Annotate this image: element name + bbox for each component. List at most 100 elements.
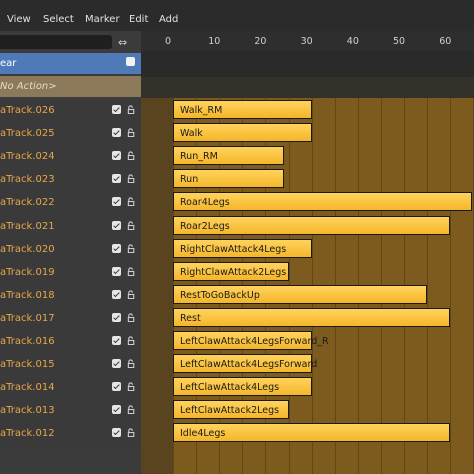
track-name: aTrack.018	[0, 289, 55, 301]
action-strip[interactable]: Run	[173, 169, 284, 189]
track-name: aTrack.019	[0, 266, 55, 278]
lock-icon[interactable]	[127, 151, 136, 161]
track-mute-checkbox[interactable]	[112, 174, 121, 184]
action-strip[interactable]: LeftClawAttack4LegsForward	[173, 354, 317, 374]
track-row[interactable]: aTrack.013	[0, 400, 141, 422]
swap-arrows-icon[interactable]: ⇔	[118, 36, 127, 49]
menu-select[interactable]: Select	[43, 14, 74, 25]
track-mute-checkbox[interactable]	[112, 105, 121, 114]
lock-icon[interactable]	[127, 105, 136, 114]
track-mute-checkbox[interactable]	[112, 243, 121, 253]
action-strip[interactable]: RightClawAttack4Legs	[173, 238, 312, 258]
track-row[interactable]: aTrack.026	[0, 100, 141, 121]
timeline-no-action-row	[141, 77, 474, 98]
lock-icon[interactable]	[127, 243, 136, 253]
frame-tick-label: 50	[393, 36, 406, 47]
object-enable-checkbox[interactable]	[126, 57, 135, 66]
menu-bar: View Select Marker Edit Add	[0, 0, 474, 32]
lock-icon[interactable]	[127, 313, 136, 322]
action-strip[interactable]: Roar2Legs	[173, 215, 451, 235]
action-strip-label: LeftClawAttack4LegsForward_R	[180, 336, 329, 347]
action-strip-label: Idle4Legs	[180, 428, 226, 440]
track-mute-checkbox[interactable]	[112, 197, 121, 207]
track-mute-checkbox[interactable]	[112, 151, 121, 161]
track-name: aTrack.013	[0, 405, 55, 417]
track-row[interactable]: aTrack.021	[0, 215, 141, 237]
track-row[interactable]: aTrack.015	[0, 354, 141, 376]
track-row[interactable]: aTrack.020	[0, 238, 141, 260]
track-mute-checkbox[interactable]	[112, 428, 121, 438]
action-strip-label: Rest	[180, 312, 201, 324]
menu-marker[interactable]: Marker	[85, 14, 120, 25]
timeline-object-row	[141, 51, 474, 77]
action-strip-label: RestToGoBackUp	[180, 289, 260, 301]
track-mute-checkbox[interactable]	[112, 220, 121, 230]
action-strip[interactable]: RestToGoBackUp	[173, 284, 428, 304]
track-mute-checkbox[interactable]	[112, 312, 121, 322]
track-mute-checkbox[interactable]	[112, 128, 121, 138]
action-strip[interactable]: Walk_RM	[173, 100, 312, 119]
lock-icon[interactable]	[127, 290, 136, 299]
track-mute-checkbox[interactable]	[112, 289, 121, 299]
lock-icon[interactable]	[127, 405, 136, 415]
lock-icon[interactable]	[127, 428, 136, 438]
frame-tick-label: 0	[165, 36, 172, 47]
menu-add[interactable]: Add	[159, 14, 178, 25]
lock-icon[interactable]	[127, 174, 136, 184]
track-name: aTrack.015	[0, 359, 55, 371]
object-channel-row[interactable]: ear	[0, 53, 141, 74]
lock-icon[interactable]	[127, 382, 136, 392]
action-strip[interactable]: Roar4Legs	[173, 192, 472, 212]
track-mute-checkbox[interactable]	[112, 382, 121, 392]
track-name: aTrack.025	[0, 128, 55, 140]
action-strip[interactable]: LeftClawAttack4LegsForward_R	[173, 331, 329, 350]
track-row[interactable]: aTrack.017	[0, 307, 141, 329]
track-row[interactable]: aTrack.024	[0, 146, 141, 168]
track-name: aTrack.026	[0, 105, 55, 116]
track-row[interactable]: aTrack.025	[0, 123, 141, 145]
track-name: aTrack.012	[0, 428, 55, 440]
track-row[interactable]: aTrack.019	[0, 261, 141, 283]
lock-icon[interactable]	[127, 220, 136, 230]
action-strip-label: LeftClawAttack2Legs	[180, 405, 280, 417]
track-mute-checkbox[interactable]	[112, 266, 121, 276]
lock-icon[interactable]	[127, 267, 136, 276]
menu-view[interactable]: View	[7, 14, 31, 25]
track-mute-checkbox[interactable]	[112, 336, 121, 345]
action-strip-label: RightClawAttack4Legs	[180, 243, 287, 255]
lock-icon[interactable]	[127, 197, 136, 207]
lock-icon[interactable]	[127, 336, 136, 345]
track-row[interactable]: aTrack.012	[0, 423, 141, 445]
action-strip[interactable]: LeftClawAttack2Legs	[173, 400, 289, 420]
frame-tick-label: 10	[208, 36, 221, 47]
channel-search-input[interactable]	[0, 35, 112, 49]
timeline-ruler[interactable]: 0 10 20 30 40 50 60	[141, 31, 474, 51]
action-strip[interactable]: RightClawAttack2Legs	[173, 261, 289, 281]
action-strip[interactable]: Walk	[173, 123, 312, 143]
action-strip-label: Run_RM	[180, 151, 218, 163]
lock-icon[interactable]	[127, 128, 136, 138]
menu-edit[interactable]: Edit	[129, 14, 148, 25]
track-name: aTrack.024	[0, 151, 55, 163]
nla-strip-area[interactable]: Walk_RM Walk Run_RM Run Roar4Legs Roar2Legs Ri…	[141, 98, 474, 474]
track-name: aTrack.023	[0, 174, 55, 186]
track-row[interactable]: aTrack.018	[0, 284, 141, 306]
track-row[interactable]: aTrack.023	[0, 169, 141, 191]
track-name: aTrack.016	[0, 336, 55, 347]
action-strip[interactable]: Run_RM	[173, 146, 284, 166]
track-row[interactable]: aTrack.022	[0, 192, 141, 214]
frame-gridline	[427, 98, 429, 474]
action-strip[interactable]: Idle4Legs	[173, 423, 451, 443]
lock-icon[interactable]	[127, 359, 136, 369]
track-row[interactable]: aTrack.014	[0, 377, 141, 399]
action-strip[interactable]: Rest	[173, 307, 451, 327]
action-strip[interactable]: LeftClawAttack4Legs	[173, 377, 312, 397]
frame-tick-label: 30	[300, 36, 313, 47]
action-strip-label: Roar4Legs	[180, 197, 230, 209]
track-mute-checkbox[interactable]	[112, 359, 121, 369]
frame-gridline	[450, 98, 452, 474]
track-row[interactable]: aTrack.016	[0, 331, 141, 352]
track-mute-checkbox[interactable]	[112, 405, 121, 415]
track-strips-area: Walk_RM Walk Run_RM Run Roar4Legs Roar2Legs Ri…	[173, 98, 474, 474]
no-action-row[interactable]: No Action>	[0, 76, 141, 97]
